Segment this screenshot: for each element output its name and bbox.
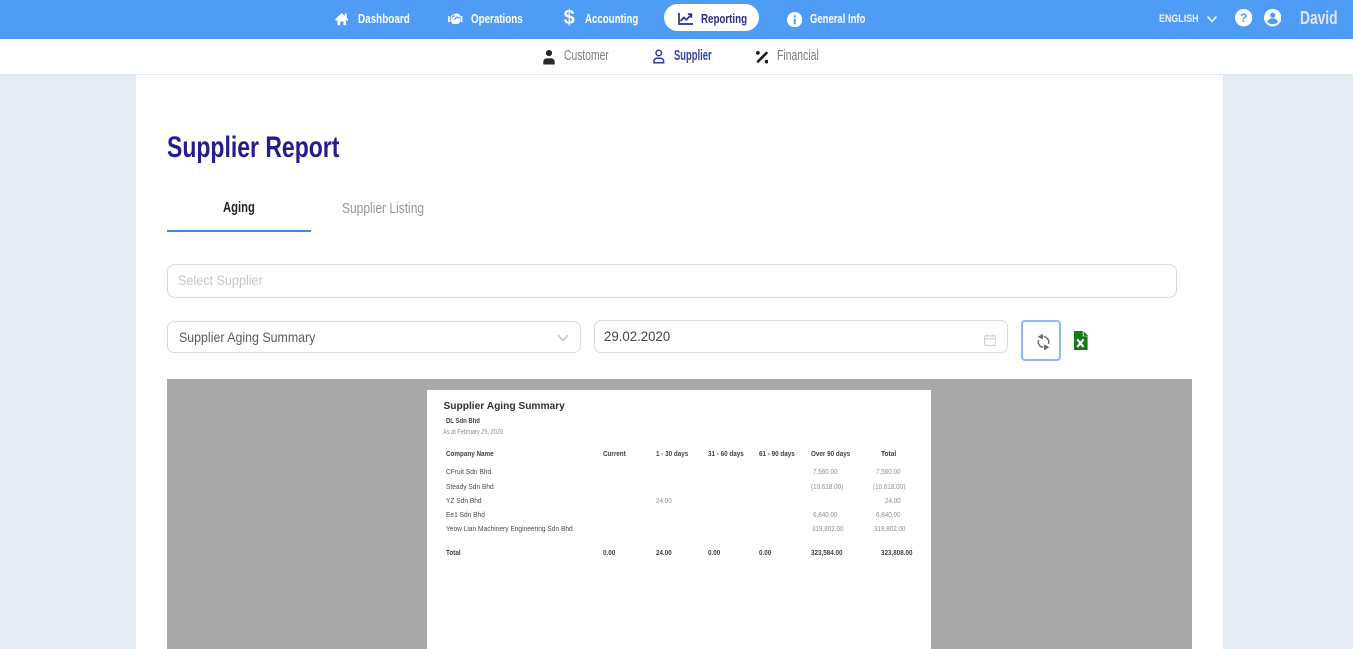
- svg-text:?: ?: [1240, 11, 1247, 25]
